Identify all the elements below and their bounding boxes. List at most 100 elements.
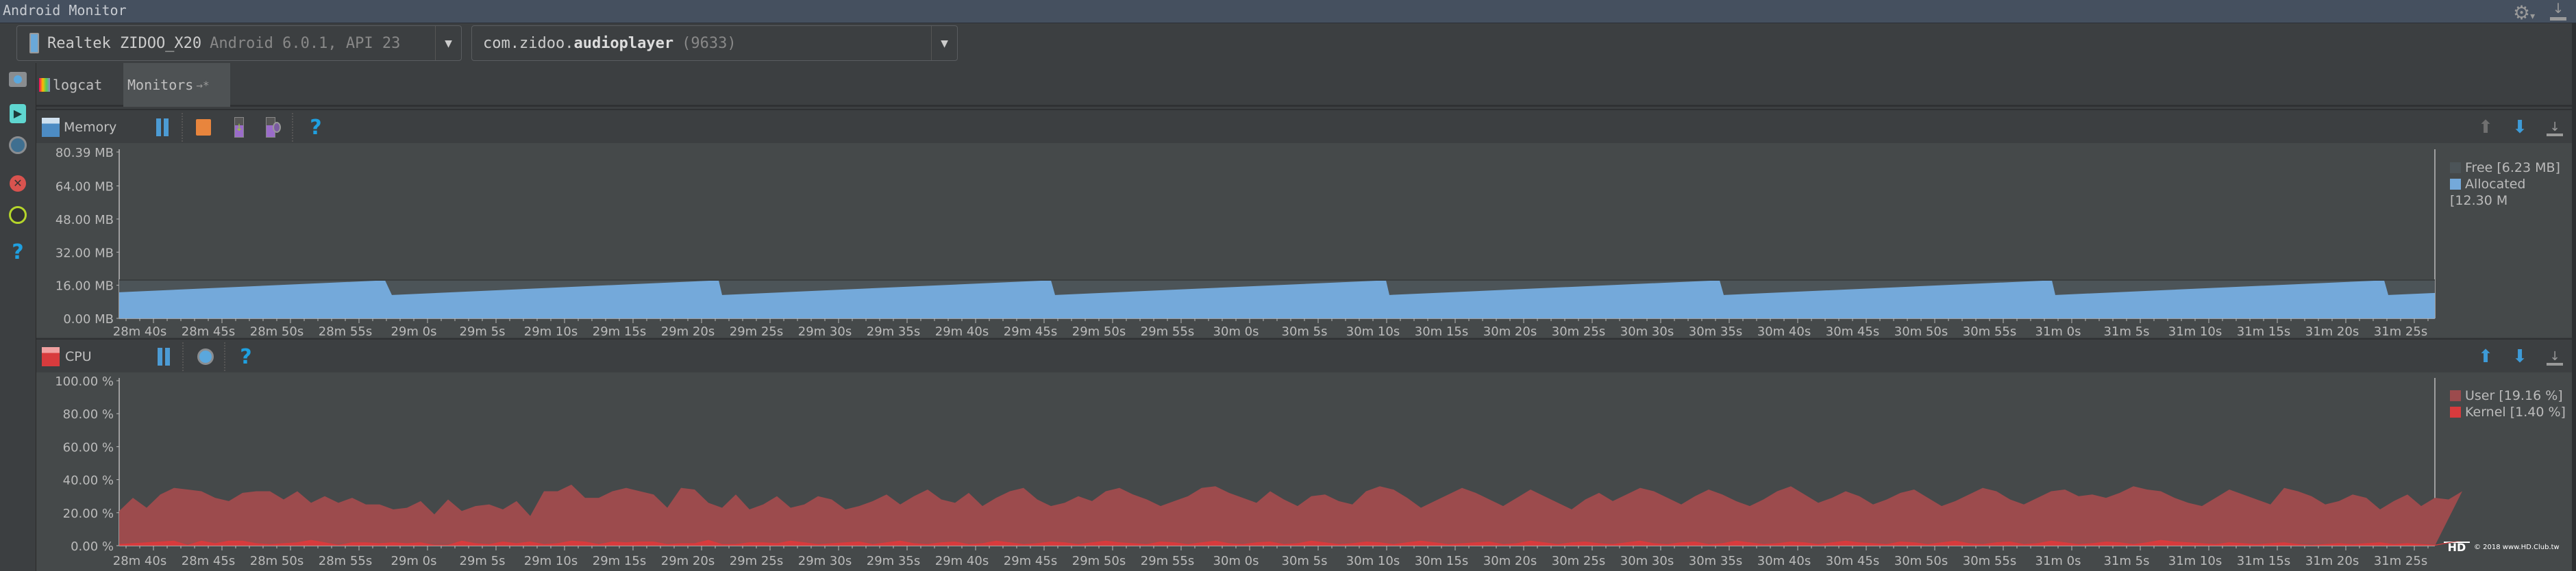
gear-icon[interactable]: ⚙▾	[2513, 1, 2535, 24]
cpu-label: CPU	[65, 349, 92, 364]
x-tick-label: 30m 0s	[1213, 325, 1259, 338]
y-tick-label: 32.00 MB	[55, 246, 114, 260]
x-tick-label: 28m 55s	[319, 325, 372, 338]
x-tick-label: 30m 15s	[1415, 554, 1468, 568]
cpu-chart: 0.00 % 20.00 % 40.00 % 60.00 % 80.00 % 100.00…	[55, 375, 2462, 568]
x-tick-label: 29m 0s	[391, 325, 437, 338]
x-tick-label: 30m 10s	[1346, 554, 1400, 568]
cpu-icon	[41, 346, 60, 368]
x-tick-label: 29m 30s	[798, 325, 852, 338]
x-tick-label: 30m 35s	[1689, 325, 1742, 338]
y-tick-label: 0.00 %	[71, 540, 114, 554]
x-tick-label: 29m 35s	[867, 554, 920, 568]
x-tick-label: 29m 5s	[460, 325, 506, 338]
x-tick-label: 30m 55s	[1963, 554, 2016, 568]
memory-icon	[41, 116, 60, 138]
pin-icon: →*	[196, 78, 210, 92]
arrow-down-icon[interactable]: ⬇	[2512, 346, 2528, 368]
x-tick-label: 29m 25s	[730, 325, 783, 338]
hide-panel-icon[interactable]: ↓	[2550, 1, 2566, 21]
x-tick-label: 28m 55s	[319, 554, 372, 568]
x-tick-label: 29m 25s	[730, 554, 783, 568]
x-tick-label: 31m 0s	[2035, 325, 2081, 338]
minimize-icon[interactable]: ↓	[2547, 120, 2563, 136]
device-name: Realtek ZIDOO_X20	[47, 34, 202, 52]
x-tick-label: 29m 0s	[391, 554, 437, 568]
minimize-icon[interactable]: ↓	[2547, 349, 2563, 366]
x-tick-label: 30m 0s	[1213, 554, 1259, 568]
x-tick-label: 28m 45s	[182, 325, 235, 338]
user-area	[119, 484, 2462, 546]
memory-chart: 0.00 MB 16.00 MB 32.00 MB 48.00 MB 64.00 MB 8…	[55, 146, 2436, 338]
pause-icon[interactable]	[154, 116, 171, 138]
tab-logcat-label: logcat	[53, 77, 103, 93]
tab-monitors[interactable]: Monitors →*	[123, 63, 230, 107]
y-tick-label: 48.00 MB	[55, 213, 114, 227]
x-tick-label: 30m 45s	[1826, 325, 1879, 338]
x-tick-label: 30m 5s	[1282, 325, 1328, 338]
x-tick-label: 31m 15s	[2237, 554, 2290, 568]
x-tick-label: 30m 20s	[1483, 554, 1537, 568]
x-tick-label: 30m 50s	[1894, 554, 1948, 568]
memory-toolbar: Memory ↓ ? ⬆ ⬇ ↓	[36, 109, 2572, 143]
play-icon[interactable]: ▶	[5, 103, 30, 125]
x-tick-label: 29m 20s	[661, 554, 715, 568]
x-tick-label: 30m 50s	[1894, 325, 1948, 338]
x-tick-label: 29m 45s	[1004, 325, 1057, 338]
x-tick-label: 28m 50s	[250, 554, 304, 568]
x-tick-label: 28m 40s	[113, 554, 166, 568]
camera-icon[interactable]	[5, 68, 30, 90]
x-tick-label: 29m 55s	[1141, 554, 1194, 568]
arrow-up-icon[interactable]: ⬆	[2477, 116, 2494, 138]
x-tick-label: 30m 5s	[1282, 554, 1328, 568]
x-tick-label: 31m 20s	[2305, 554, 2359, 568]
x-tick-label: 31m 10s	[2168, 325, 2222, 338]
x-tick-label: 29m 45s	[1004, 554, 1057, 568]
x-tick-label: 30m 10s	[1346, 325, 1400, 338]
scrollbar[interactable]	[2572, 23, 2576, 571]
x-tick-label: 29m 15s	[593, 554, 646, 568]
process-prefix: com.zidoo.	[483, 34, 574, 52]
device-dropdown[interactable]: Realtek ZIDOO_X20 Android 6.0.1, API 23 …	[16, 25, 462, 61]
device-detail: Android 6.0.1, API 23	[210, 34, 401, 52]
window-title: Android Monitor	[3, 2, 127, 18]
memory-label: Memory	[64, 120, 117, 135]
y-tick-label: 64.00 MB	[55, 180, 114, 194]
y-tick-label: 80.39 MB	[55, 146, 114, 160]
help-icon[interactable]: ?	[308, 116, 324, 140]
chevron-down-icon[interactable]: ▼	[931, 26, 957, 60]
arrow-up-icon[interactable]: ⬆	[2477, 346, 2494, 368]
help-icon[interactable]: ?	[238, 345, 254, 369]
x-tick-label: 31m 0s	[2035, 554, 2081, 568]
process-name: audioplayer	[573, 34, 674, 52]
x-tick-label: 29m 5s	[460, 554, 506, 568]
x-tick-label: 29m 50s	[1072, 554, 1126, 568]
x-tick-label: 29m 30s	[798, 554, 852, 568]
x-tick-label: 30m 35s	[1689, 554, 1742, 568]
x-tick-label: 30m 25s	[1552, 554, 1605, 568]
x-tick-label: 30m 30s	[1620, 325, 1674, 338]
stopwatch-icon[interactable]	[196, 346, 215, 368]
tab-logcat[interactable]: logcat	[39, 63, 126, 107]
y-tick-label: 60.00 %	[63, 440, 114, 455]
chevron-down-icon[interactable]: ▼	[435, 26, 461, 60]
x-tick-label: 29m 20s	[661, 325, 715, 338]
tab-monitors-label: Monitors	[127, 77, 194, 93]
x-tick-label: 30m 40s	[1757, 325, 1811, 338]
x-tick-label: 30m 30s	[1620, 554, 1674, 568]
gc-icon[interactable]	[194, 116, 213, 138]
x-tick-label: 29m 35s	[867, 325, 920, 338]
allocation-tracker-icon[interactable]	[264, 116, 283, 138]
x-tick-label: 29m 10s	[524, 325, 578, 338]
cpu-toolbar: CPU ? ⬆ ⬇ ↓	[36, 338, 2572, 372]
process-pid: (9633)	[682, 34, 736, 52]
process-dropdown[interactable]: com.zidoo. audioplayer (9633) ▼	[471, 25, 958, 61]
arrow-down-icon[interactable]: ⬇	[2512, 116, 2528, 138]
x-tick-label: 30m 20s	[1483, 325, 1537, 338]
x-tick-label: 30m 15s	[1415, 325, 1468, 338]
x-tick-label: 31m 20s	[2305, 325, 2359, 338]
y-tick-label: 16.00 MB	[55, 279, 114, 294]
x-tick-label: 31m 5s	[2104, 325, 2150, 338]
pause-icon[interactable]	[156, 346, 172, 368]
dump-heap-icon[interactable]: ↓	[231, 116, 247, 138]
